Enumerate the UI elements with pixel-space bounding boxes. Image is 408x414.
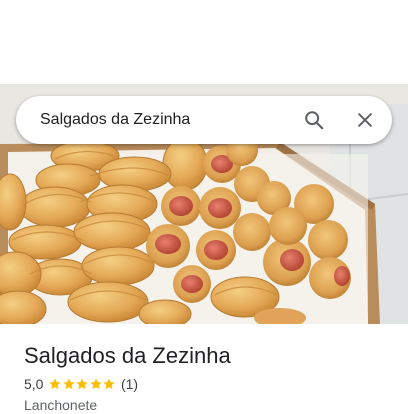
top-blank-area <box>0 0 408 84</box>
star-icon <box>90 378 102 390</box>
star-icon <box>103 378 116 390</box>
rating-value: 5,0 <box>24 376 44 392</box>
place-category: Lanchonete <box>24 397 98 413</box>
search-icon[interactable] <box>298 104 330 136</box>
place-details-panel: Salgados da Zezinha 5,0 (1) Lanchonete <box>0 324 408 413</box>
close-icon[interactable] <box>349 104 381 136</box>
search-bar[interactable]: Salgados da Zezinha <box>16 96 392 144</box>
star-icon <box>76 378 89 390</box>
review-count[interactable]: (1) <box>121 376 138 392</box>
search-input[interactable]: Salgados da Zezinha <box>40 110 190 130</box>
place-title: Salgados da Zezinha <box>24 343 231 368</box>
sausage-roll <box>161 186 201 226</box>
star-icon <box>63 378 75 390</box>
star-rating <box>48 377 116 391</box>
star-icon <box>49 378 62 390</box>
rating-row[interactable]: 5,0 (1) <box>24 375 138 393</box>
